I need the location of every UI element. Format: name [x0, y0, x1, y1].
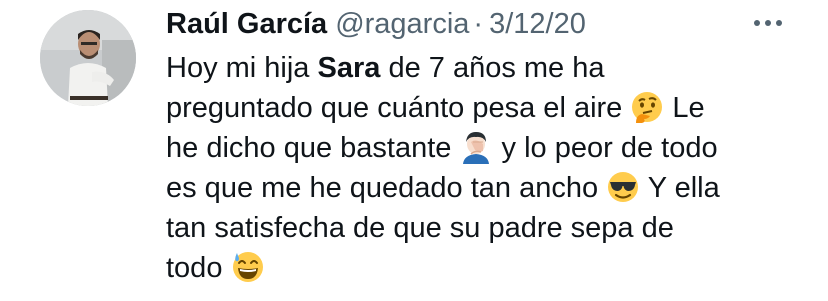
tweet-text-segment: Y ella	[647, 172, 720, 204]
more-horizontal-icon	[753, 14, 783, 32]
avatar[interactable]	[40, 10, 136, 106]
more-options-button[interactable]	[748, 12, 788, 34]
face-palm-icon	[459, 130, 493, 164]
tweet-text-bold: Sara	[317, 52, 381, 84]
tweet-date[interactable]: 3/12/20	[489, 8, 586, 41]
grinning-face-with-sweat-icon	[231, 250, 265, 284]
author-name[interactable]: Raúl García	[166, 8, 327, 41]
tweet-text: Hoy mi hija Sara de 7 años me ha pregunt…	[166, 48, 796, 288]
tweet[interactable]: Raúl García @ragarcia · 3/12/20 Hoy mi h…	[0, 0, 828, 301]
tweet-line: todo	[166, 248, 796, 288]
smiling-face-with-sunglasses-icon	[606, 170, 640, 204]
tweet-text-segment: y lo peor de todo	[501, 132, 718, 164]
tweet-text-segment: de 7 años me ha	[380, 52, 605, 84]
tweet-line: tan satisfecha de que su padre sepa de	[166, 208, 796, 248]
tweet-text-segment: Le	[672, 92, 705, 124]
tweet-text-segment: Hoy mi hija	[166, 52, 318, 84]
tweet-line: Hoy mi hija Sara de 7 años me ha	[166, 48, 796, 88]
tweet-line: he dicho que bastante y lo peor de todo	[166, 128, 796, 168]
author-handle[interactable]: @ragarcia	[335, 8, 469, 41]
tweet-line: preguntado que cuánto pesa el aire Le	[166, 88, 796, 128]
tweet-line: es que me he quedado tan ancho Y ella	[166, 168, 796, 208]
thinking-face-icon	[630, 90, 664, 124]
tweet-text-segment: todo	[166, 252, 231, 284]
tweet-header: Raúl García @ragarcia · 3/12/20	[166, 4, 586, 44]
tweet-text-segment: he dicho que bastante	[166, 132, 460, 164]
tweet-text-segment: tan satisfecha de que su padre sepa de	[166, 212, 674, 244]
tweet-text-segment: preguntado que cuánto pesa el aire	[166, 92, 631, 124]
separator-dot: ·	[473, 7, 484, 40]
tweet-text-segment: es que me he quedado tan ancho	[166, 172, 607, 204]
